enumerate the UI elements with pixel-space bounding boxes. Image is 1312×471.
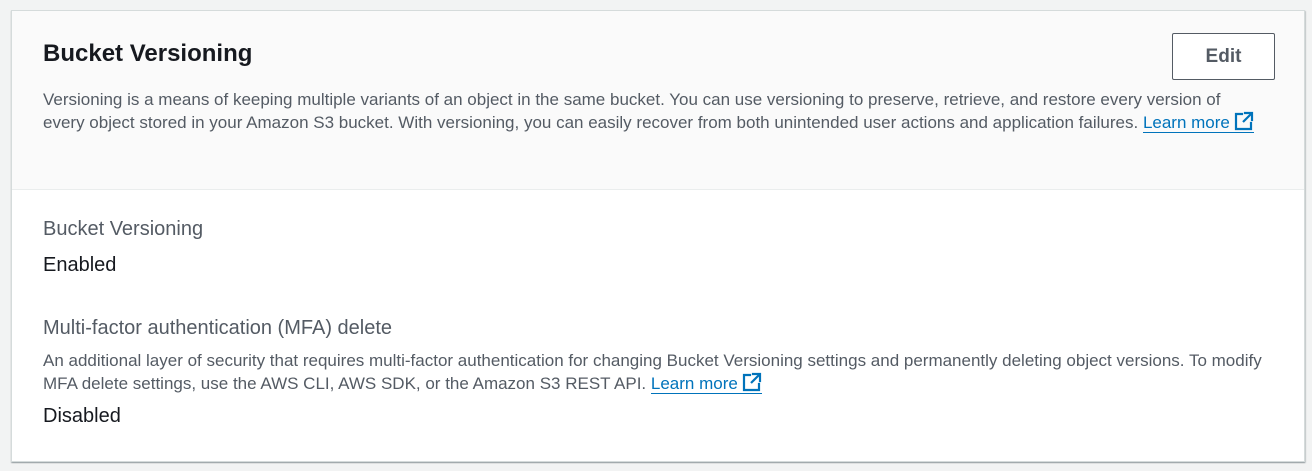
bucket-versioning-panel: Bucket Versioning Edit Versioning is a m… [11,10,1305,462]
mfa-delete-description: An additional layer of security that req… [43,349,1263,395]
learn-more-label: Learn more [1142,113,1230,132]
panel-title: Bucket Versioning [43,40,253,67]
versioning-status-value: Enabled [43,254,117,276]
panel-header: Bucket Versioning Edit Versioning is a m… [12,11,1304,190]
external-link-icon [742,372,761,392]
edit-button[interactable]: Edit [1172,33,1275,80]
mfa-learn-more-link[interactable]: Learn more [650,372,762,394]
versioning-description: Versioning is a means of keeping multipl… [43,88,1263,134]
learn-more-link[interactable]: Learn more [1142,111,1254,133]
versioning-description-text: Versioning is a means of keeping multipl… [43,90,1221,132]
external-link-icon [1234,111,1253,131]
mfa-learn-more-label: Learn more [650,374,738,393]
mfa-delete-label: Multi-factor authentication (MFA) delete [43,317,393,339]
mfa-delete-value: Disabled [43,405,121,427]
versioning-status-label: Bucket Versioning [43,218,204,240]
